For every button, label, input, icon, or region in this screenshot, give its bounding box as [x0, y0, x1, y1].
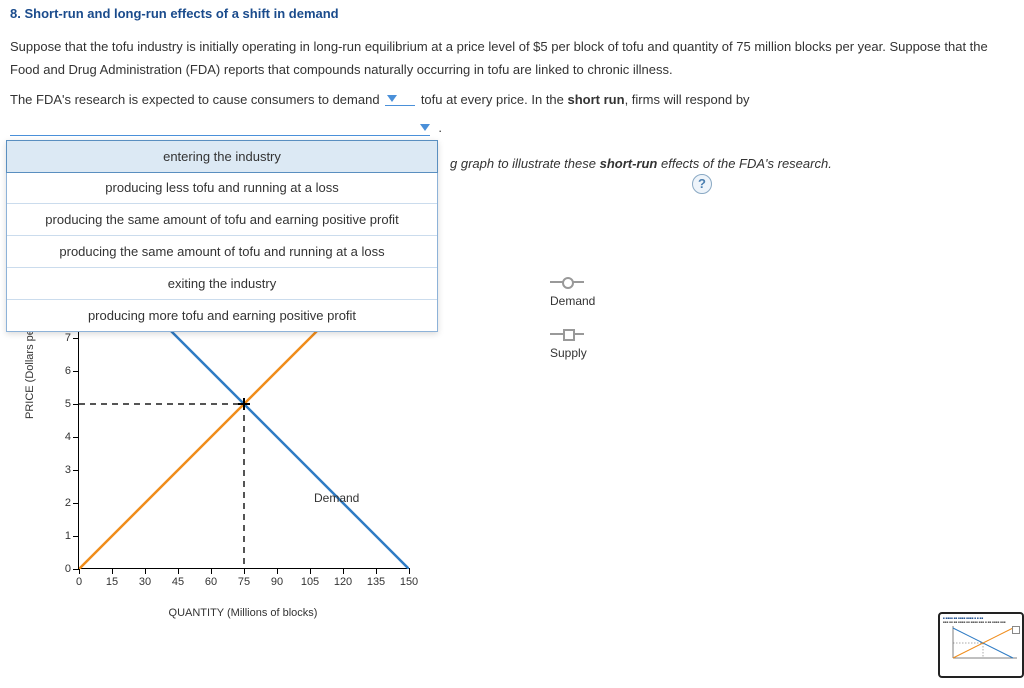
hint-post: effects of the FDA's research.: [657, 156, 831, 171]
y-tick-label: 7: [55, 332, 71, 344]
dropdown-slot-1[interactable]: [385, 90, 415, 106]
help-icon[interactable]: ?: [692, 174, 712, 194]
x-tick-label: 90: [271, 576, 283, 588]
x-tick-label: 45: [172, 576, 184, 588]
y-tick-label: 5: [55, 398, 71, 410]
hint-bold: short-run: [600, 156, 658, 171]
dropdown-slot-2[interactable]: .: [10, 118, 430, 136]
dropdown-option[interactable]: producing the same amount of tofu and ru…: [7, 236, 437, 268]
question-title: 8. Short-run and long-run effects of a s…: [10, 6, 1014, 21]
prompt-post: , firms will respond by: [625, 92, 750, 107]
prompt-pre: The FDA's research is expected to cause …: [10, 92, 380, 107]
series-annotation: Demand: [314, 491, 359, 505]
dropdown-menu: entering the industry producing less tof…: [6, 140, 438, 332]
y-tick-label: 0: [55, 563, 71, 575]
x-tick-label: 60: [205, 576, 217, 588]
period: .: [438, 120, 442, 135]
graph-instruction: g graph to illustrate these short-run ef…: [450, 154, 1014, 175]
dropdown-option[interactable]: producing the same amount of tofu and ea…: [7, 204, 437, 236]
y-tick-label: 2: [55, 497, 71, 509]
x-tick-label: 120: [334, 576, 352, 588]
prompt-bold: short run: [568, 92, 625, 107]
dropdown-and-hint-wrap: entering the industry producing less tof…: [10, 154, 1014, 609]
prompt-mid: tofu at every price. In the: [421, 92, 568, 107]
y-tick-label: 1: [55, 530, 71, 542]
dropdown-option[interactable]: entering the industry: [6, 140, 438, 173]
x-axis-label: QUANTITY (Millions of blocks): [78, 607, 408, 619]
dropdown-option[interactable]: exiting the industry: [7, 268, 437, 300]
dropdown-option[interactable]: producing less tofu and running at a los…: [7, 172, 437, 204]
x-tick-label: 15: [106, 576, 118, 588]
x-tick-label: 75: [238, 576, 250, 588]
x-tick-label: 105: [301, 576, 319, 588]
y-tick-label: 3: [55, 464, 71, 476]
x-tick-label: 150: [400, 576, 418, 588]
thumbnail-preview[interactable]: ■ ■■■■ ■■ ■■■■ ■■■■ ■ ■ ■■ ■■■ ■■ ■■ ■■■…: [938, 612, 1024, 678]
x-tick-label: 0: [76, 576, 82, 588]
x-tick: [409, 568, 410, 574]
y-tick-label: 6: [55, 365, 71, 377]
x-tick-label: 30: [139, 576, 151, 588]
chevron-down-icon: [420, 124, 430, 131]
dropdown-option[interactable]: producing more tofu and earning positive…: [7, 300, 437, 331]
x-tick-label: 135: [367, 576, 385, 588]
chevron-down-icon: [387, 95, 397, 102]
hint-pre: g graph to illustrate these: [450, 156, 600, 171]
prompt-line-1: The FDA's research is expected to cause …: [10, 92, 1014, 109]
y-tick-label: 4: [55, 431, 71, 443]
intro-paragraph: Suppose that the tofu industry is initia…: [10, 35, 1014, 82]
